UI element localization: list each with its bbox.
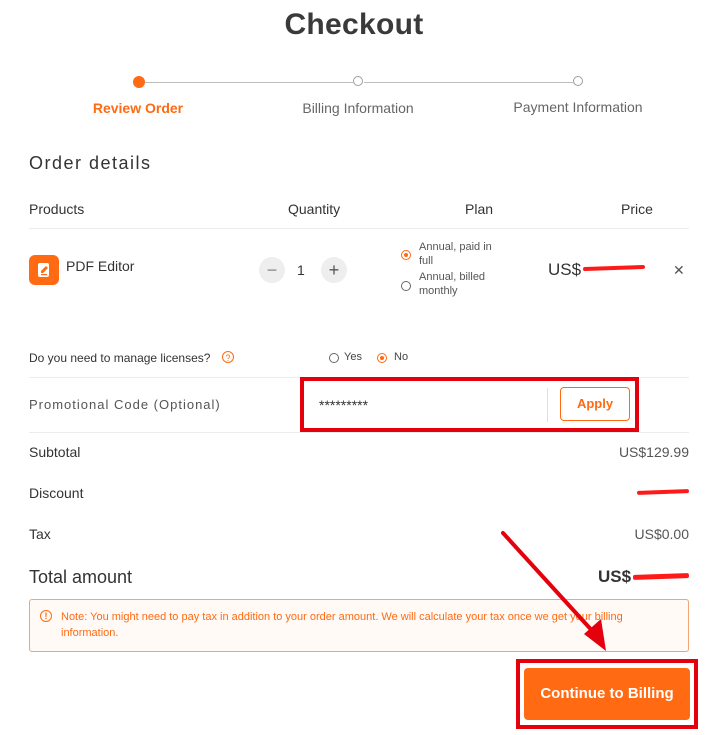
plan-annual-monthly-radio[interactable] [401,281,411,291]
plan-annual-monthly-label[interactable]: Annual, billed monthly [419,270,501,298]
annotation-highlight-box [300,377,639,432]
quantity-increase-button[interactable]: + [321,257,347,283]
total-currency: US$ [598,567,632,586]
remove-item-icon[interactable]: ✕ [673,262,685,279]
tax-notice-text: Note: You might need to pay tax in addit… [61,611,623,639]
info-icon: ! [40,610,52,622]
licenses-yes-radio[interactable] [329,353,339,363]
pdf-editor-icon [29,255,59,285]
step-dot-review-order [133,76,145,88]
subtotal-label: Subtotal [29,444,81,460]
continue-to-billing-button[interactable]: Continue to Billing [524,668,690,720]
total-amount-label: Total amount [29,567,133,587]
redaction-mark [582,264,646,272]
step-dot-billing [353,76,363,86]
tax-label: Tax [29,526,51,542]
product-price: US$ [548,260,581,280]
manage-licenses-question: Do you need to manage licenses? [29,351,211,365]
licenses-no-label[interactable]: No [394,351,408,363]
step-dot-payment [573,76,583,86]
plan-annual-full-radio[interactable] [401,250,411,260]
step-review-order[interactable]: Review Order [48,100,228,116]
page-title: Checkout [284,8,424,41]
quantity-value: 1 [297,262,305,278]
price-currency: US$ [548,260,582,279]
help-icon[interactable]: ? [222,351,234,363]
total-amount-value: US$ [598,567,631,587]
step-connector [364,82,573,83]
header-quantity: Quantity [288,201,341,217]
tax-notice: ! Note: You might need to pay tax in add… [29,599,689,652]
licenses-yes-label[interactable]: Yes [344,351,362,363]
divider [29,228,689,229]
product-name: PDF Editor [66,258,135,274]
step-payment-information[interactable]: Payment Information [488,99,668,115]
quantity-decrease-button[interactable]: − [259,257,285,283]
order-details-title: Order details [29,153,152,173]
subtotal-value: US$129.99 [618,444,689,460]
step-billing-information[interactable]: Billing Information [268,100,448,116]
tax-value: US$0.00 [634,526,689,542]
plan-annual-full-label[interactable]: Annual, paid in full [419,240,501,268]
redaction-mark [636,489,690,495]
step-connector [144,82,353,83]
header-price: Price [621,201,653,217]
header-products: Products [29,201,85,217]
discount-label: Discount [29,485,84,501]
redaction-mark [632,573,690,580]
divider [29,432,689,433]
header-plan: Plan [465,201,494,217]
licenses-no-radio[interactable] [377,353,387,363]
promo-code-label: Promotional Code (Optional) [29,397,221,412]
